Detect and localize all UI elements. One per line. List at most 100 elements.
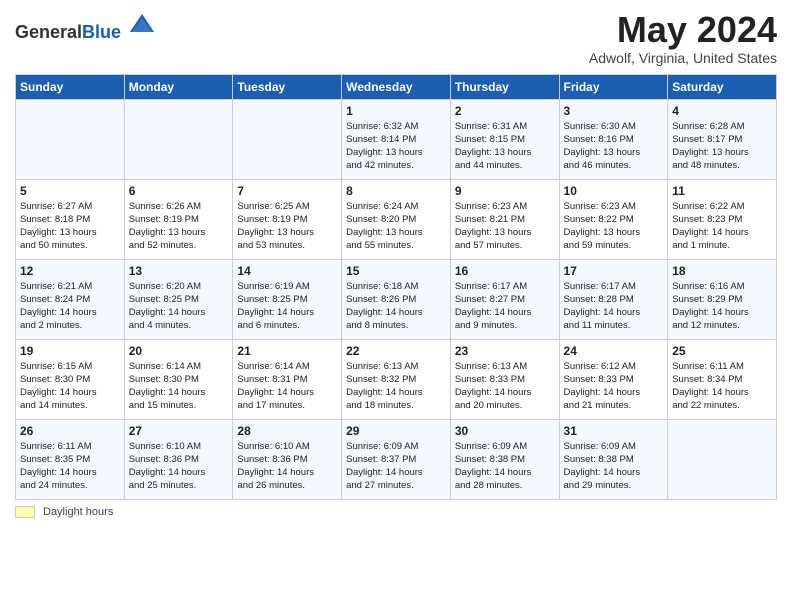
day-info: Sunrise: 6:24 AM Sunset: 8:20 PM Dayligh… bbox=[346, 200, 446, 253]
calendar-cell: 30 Sunrise: 6:09 AM Sunset: 8:38 PM Dayli… bbox=[450, 419, 559, 499]
calendar-week-row: 1 Sunrise: 6:32 AM Sunset: 8:14 PM Daylig… bbox=[16, 99, 777, 179]
day-info: Sunrise: 6:10 AM Sunset: 8:36 PM Dayligh… bbox=[129, 440, 229, 493]
weekday-header-friday: Friday bbox=[559, 74, 668, 99]
day-number: 1 bbox=[346, 104, 446, 118]
day-number: 26 bbox=[20, 424, 120, 438]
calendar-cell: 23 Sunrise: 6:13 AM Sunset: 8:33 PM Dayli… bbox=[450, 339, 559, 419]
logo: GeneralBlue bbox=[15, 10, 156, 43]
day-number: 3 bbox=[564, 104, 664, 118]
calendar-cell: 27 Sunrise: 6:10 AM Sunset: 8:36 PM Dayli… bbox=[124, 419, 233, 499]
day-info: Sunrise: 6:10 AM Sunset: 8:36 PM Dayligh… bbox=[237, 440, 337, 493]
page-header: GeneralBlue May 2024 Adwolf, Virginia, U… bbox=[15, 10, 777, 66]
day-info: Sunrise: 6:22 AM Sunset: 8:23 PM Dayligh… bbox=[672, 200, 772, 253]
calendar-cell: 13Sunrise: 6:20 AM Sunset: 8:25 PM Dayli… bbox=[124, 259, 233, 339]
calendar-cell: 4 Sunrise: 6:28 AM Sunset: 8:17 PM Daylig… bbox=[668, 99, 777, 179]
day-info: Sunrise: 6:32 AM Sunset: 8:14 PM Dayligh… bbox=[346, 120, 446, 173]
day-number: 9 bbox=[455, 184, 555, 198]
calendar-cell: 19Sunrise: 6:15 AM Sunset: 8:30 PM Dayli… bbox=[16, 339, 125, 419]
day-info: Sunrise: 6:09 AM Sunset: 8:37 PM Dayligh… bbox=[346, 440, 446, 493]
calendar-cell: 11 Sunrise: 6:22 AM Sunset: 8:23 PM Dayli… bbox=[668, 179, 777, 259]
calendar-cell: 6 Sunrise: 6:26 AM Sunset: 8:19 PM Daylig… bbox=[124, 179, 233, 259]
calendar-cell: 18 Sunrise: 6:16 AM Sunset: 8:29 PM Dayli… bbox=[668, 259, 777, 339]
day-number: 15 bbox=[346, 264, 446, 278]
day-number: 5 bbox=[20, 184, 120, 198]
day-number: 16 bbox=[455, 264, 555, 278]
day-info: Sunrise: 6:16 AM Sunset: 8:29 PM Dayligh… bbox=[672, 280, 772, 333]
day-number: 30 bbox=[455, 424, 555, 438]
day-info: Sunrise: 6:28 AM Sunset: 8:17 PM Dayligh… bbox=[672, 120, 772, 173]
footer: Daylight hours bbox=[15, 506, 777, 518]
calendar-cell: 22 Sunrise: 6:13 AM Sunset: 8:32 PM Dayli… bbox=[342, 339, 451, 419]
logo-general: General bbox=[15, 22, 82, 42]
day-number: 11 bbox=[672, 184, 772, 198]
day-number: 28 bbox=[237, 424, 337, 438]
calendar-cell: 20 Sunrise: 6:14 AM Sunset: 8:30 PM Dayli… bbox=[124, 339, 233, 419]
weekday-header-saturday: Saturday bbox=[668, 74, 777, 99]
calendar-body: 1 Sunrise: 6:32 AM Sunset: 8:14 PM Daylig… bbox=[16, 99, 777, 499]
day-number: 12 bbox=[20, 264, 120, 278]
day-number: 27 bbox=[129, 424, 229, 438]
day-number: 22 bbox=[346, 344, 446, 358]
day-number: 24 bbox=[564, 344, 664, 358]
calendar-cell bbox=[668, 419, 777, 499]
day-number: 21 bbox=[237, 344, 337, 358]
day-info: Sunrise: 6:30 AM Sunset: 8:16 PM Dayligh… bbox=[564, 120, 664, 173]
calendar-week-row: 19Sunrise: 6:15 AM Sunset: 8:30 PM Dayli… bbox=[16, 339, 777, 419]
day-number: 31 bbox=[564, 424, 664, 438]
day-info: Sunrise: 6:13 AM Sunset: 8:32 PM Dayligh… bbox=[346, 360, 446, 413]
calendar-cell: 31 Sunrise: 6:09 AM Sunset: 8:38 PM Dayli… bbox=[559, 419, 668, 499]
calendar-cell: 21 Sunrise: 6:14 AM Sunset: 8:31 PM Dayli… bbox=[233, 339, 342, 419]
day-number: 7 bbox=[237, 184, 337, 198]
day-number: 19 bbox=[20, 344, 120, 358]
day-info: Sunrise: 6:31 AM Sunset: 8:15 PM Dayligh… bbox=[455, 120, 555, 173]
day-number: 4 bbox=[672, 104, 772, 118]
daylight-swatch bbox=[15, 506, 35, 518]
calendar-header: SundayMondayTuesdayWednesdayThursdayFrid… bbox=[16, 74, 777, 99]
day-number: 10 bbox=[564, 184, 664, 198]
day-info: Sunrise: 6:21 AM Sunset: 8:24 PM Dayligh… bbox=[20, 280, 120, 333]
calendar-week-row: 12 Sunrise: 6:21 AM Sunset: 8:24 PM Dayli… bbox=[16, 259, 777, 339]
day-info: Sunrise: 6:11 AM Sunset: 8:34 PM Dayligh… bbox=[672, 360, 772, 413]
weekday-header-monday: Monday bbox=[124, 74, 233, 99]
day-info: Sunrise: 6:19 AM Sunset: 8:25 PM Dayligh… bbox=[237, 280, 337, 333]
calendar-cell: 29Sunrise: 6:09 AM Sunset: 8:37 PM Dayli… bbox=[342, 419, 451, 499]
weekday-header-wednesday: Wednesday bbox=[342, 74, 451, 99]
day-number: 8 bbox=[346, 184, 446, 198]
day-info: Sunrise: 6:09 AM Sunset: 8:38 PM Dayligh… bbox=[564, 440, 664, 493]
day-info: Sunrise: 6:12 AM Sunset: 8:33 PM Dayligh… bbox=[564, 360, 664, 413]
calendar-cell: 24 Sunrise: 6:12 AM Sunset: 8:33 PM Dayli… bbox=[559, 339, 668, 419]
day-number: 20 bbox=[129, 344, 229, 358]
calendar-cell: 3 Sunrise: 6:30 AM Sunset: 8:16 PM Daylig… bbox=[559, 99, 668, 179]
weekday-header-tuesday: Tuesday bbox=[233, 74, 342, 99]
day-number: 25 bbox=[672, 344, 772, 358]
calendar-week-row: 26Sunrise: 6:11 AM Sunset: 8:35 PM Dayli… bbox=[16, 419, 777, 499]
day-info: Sunrise: 6:13 AM Sunset: 8:33 PM Dayligh… bbox=[455, 360, 555, 413]
calendar-cell bbox=[233, 99, 342, 179]
day-info: Sunrise: 6:14 AM Sunset: 8:30 PM Dayligh… bbox=[129, 360, 229, 413]
day-number: 6 bbox=[129, 184, 229, 198]
day-info: Sunrise: 6:17 AM Sunset: 8:27 PM Dayligh… bbox=[455, 280, 555, 333]
calendar-cell: 17Sunrise: 6:17 AM Sunset: 8:28 PM Dayli… bbox=[559, 259, 668, 339]
calendar-cell: 8 Sunrise: 6:24 AM Sunset: 8:20 PM Daylig… bbox=[342, 179, 451, 259]
day-info: Sunrise: 6:26 AM Sunset: 8:19 PM Dayligh… bbox=[129, 200, 229, 253]
day-number: 18 bbox=[672, 264, 772, 278]
calendar-cell: 15Sunrise: 6:18 AM Sunset: 8:26 PM Dayli… bbox=[342, 259, 451, 339]
calendar-cell: 12 Sunrise: 6:21 AM Sunset: 8:24 PM Dayli… bbox=[16, 259, 125, 339]
day-number: 2 bbox=[455, 104, 555, 118]
day-number: 13 bbox=[129, 264, 229, 278]
calendar-cell: 5Sunrise: 6:27 AM Sunset: 8:18 PM Daylig… bbox=[16, 179, 125, 259]
day-info: Sunrise: 6:14 AM Sunset: 8:31 PM Dayligh… bbox=[237, 360, 337, 413]
calendar-table: SundayMondayTuesdayWednesdayThursdayFrid… bbox=[15, 74, 777, 500]
daylight-label: Daylight hours bbox=[43, 506, 113, 518]
logo-blue: Blue bbox=[82, 22, 121, 42]
calendar-cell: 10 Sunrise: 6:23 AM Sunset: 8:22 PM Dayli… bbox=[559, 179, 668, 259]
day-info: Sunrise: 6:23 AM Sunset: 8:21 PM Dayligh… bbox=[455, 200, 555, 253]
calendar-cell: 14Sunrise: 6:19 AM Sunset: 8:25 PM Dayli… bbox=[233, 259, 342, 339]
calendar-cell: 7Sunrise: 6:25 AM Sunset: 8:19 PM Daylig… bbox=[233, 179, 342, 259]
weekday-header-thursday: Thursday bbox=[450, 74, 559, 99]
calendar-cell: 2 Sunrise: 6:31 AM Sunset: 8:15 PM Daylig… bbox=[450, 99, 559, 179]
day-number: 23 bbox=[455, 344, 555, 358]
logo-icon bbox=[128, 10, 156, 38]
day-info: Sunrise: 6:09 AM Sunset: 8:38 PM Dayligh… bbox=[455, 440, 555, 493]
day-info: Sunrise: 6:23 AM Sunset: 8:22 PM Dayligh… bbox=[564, 200, 664, 253]
